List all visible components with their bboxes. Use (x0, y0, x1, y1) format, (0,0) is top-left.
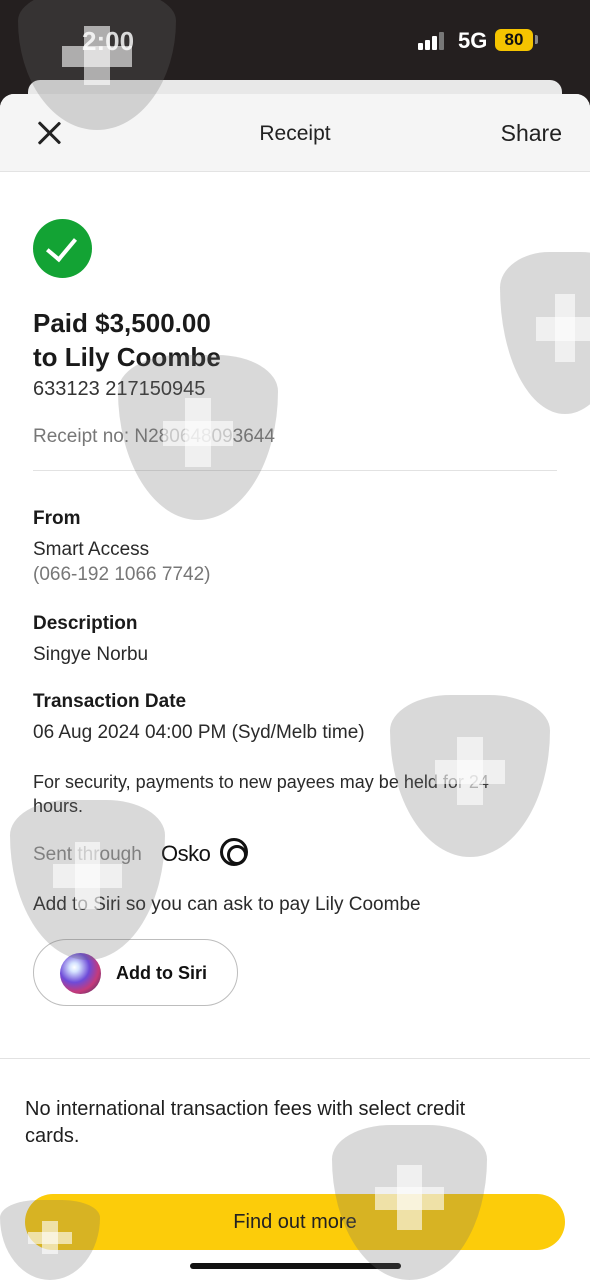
status-time: 2:00 (82, 26, 135, 56)
payee-name: to Lily Coombe (33, 342, 221, 372)
battery-icon: 80 (495, 29, 533, 51)
promo-text: No international transaction fees with s… (25, 1098, 466, 1147)
signal-icon (418, 32, 448, 50)
paid-amount: Paid $3,500.00 (33, 308, 211, 338)
transaction-date-value: 06 Aug 2024 04:00 PM (Syd/Melb time) (33, 722, 365, 743)
osko-brand: Osko (161, 841, 211, 866)
battery-cap (535, 35, 538, 44)
receipt-sheet: Receipt Share Paid $3,500.00 to Lily Coo… (0, 94, 590, 1280)
payment-summary: Paid $3,500.00 to Lily Coombe (33, 306, 221, 374)
status-bar: 2:00 5G 80 (0, 0, 590, 82)
description-value: Singye Norbu (33, 644, 149, 665)
from-account-number: (066-192 1066 7742) (33, 564, 211, 585)
add-to-siri-label: Add to Siri (116, 963, 207, 983)
transaction-date-label: Transaction Date (33, 691, 187, 712)
home-indicator[interactable] (190, 1263, 401, 1269)
network-type: 5G (458, 28, 488, 53)
section-divider (0, 1058, 590, 1059)
payee-account: 633123 217150945 (33, 378, 206, 400)
share-button[interactable]: Share (501, 120, 562, 147)
nav-bar: Receipt Share (0, 94, 590, 172)
siri-icon (60, 953, 101, 994)
receipt-number: Receipt no: N280648093644 (33, 426, 275, 447)
from-label: From (33, 508, 81, 529)
description-label: Description (33, 613, 138, 634)
security-notice: For security, payments to new payees may… (33, 772, 489, 816)
osko-logo-icon (220, 838, 248, 866)
sent-through-label: Sent through (33, 844, 142, 865)
find-out-more-button[interactable]: Find out more (25, 1194, 565, 1250)
siri-prompt: Add to Siri so you can ask to pay Lily C… (33, 894, 421, 915)
from-account-name: Smart Access (33, 539, 150, 560)
add-to-siri-button[interactable]: Add to Siri (33, 939, 238, 1006)
success-check-icon (33, 219, 92, 278)
divider (33, 470, 557, 471)
